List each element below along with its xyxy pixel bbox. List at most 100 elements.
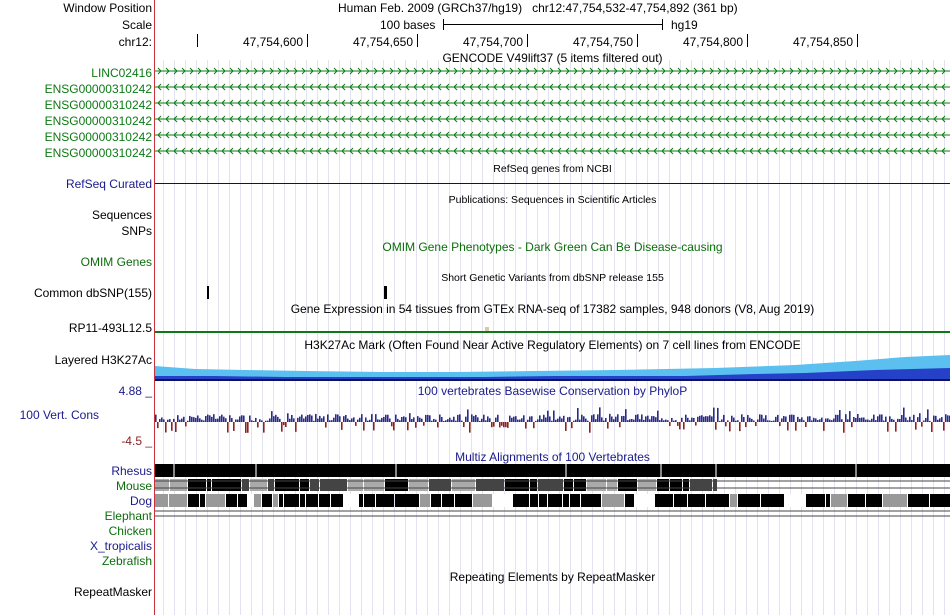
species-label-chicken[interactable]: Chicken	[109, 524, 152, 538]
alignment-block	[848, 494, 865, 507]
genome-browser-image[interactable]: Human Feb. 2009 (GRCh37/hg19) chr12:47,7…	[155, 0, 950, 615]
conservation-bar	[455, 420, 457, 422]
conservation-bar	[275, 414, 277, 422]
conservation-bar	[305, 416, 307, 422]
conservation-bar	[223, 416, 225, 422]
sequences-track-label[interactable]: Sequences	[92, 208, 152, 222]
conservation-bar	[727, 420, 729, 422]
alignment-block	[300, 494, 305, 507]
conservation-bar	[823, 422, 825, 431]
conservation-bar	[751, 418, 753, 422]
gencode-gene-models[interactable]	[155, 62, 950, 162]
multiz-alignment-rows[interactable]	[155, 462, 950, 518]
conservation-bar	[797, 416, 799, 422]
conservation-bar	[251, 420, 253, 422]
conservation-bar	[785, 416, 787, 422]
species-label-x-tropicalis[interactable]: X_tropicalis	[90, 539, 152, 553]
conservation-bar	[185, 422, 187, 427]
conservation-bar	[553, 410, 555, 422]
conservation-bar	[943, 422, 945, 431]
conservation-bar	[653, 416, 655, 422]
conservation-bar	[547, 410, 549, 422]
conservation-bar	[845, 414, 847, 422]
species-label-zebrafish[interactable]: Zebrafish	[102, 554, 152, 568]
conservation-bar	[847, 419, 849, 422]
alignment-block	[581, 494, 601, 507]
conservation-bar	[379, 419, 381, 422]
conservation-bar	[161, 417, 163, 422]
alignment-block	[855, 464, 857, 477]
conservation-bar	[237, 419, 239, 422]
conservation-bar	[603, 420, 605, 422]
conservation-bar	[247, 422, 249, 433]
alignment-block	[273, 494, 278, 507]
conservation-bar	[527, 419, 529, 422]
conservation-bar	[595, 419, 597, 422]
conservation-bar	[671, 417, 673, 422]
conservation-bar	[575, 419, 577, 422]
gene-label-ensg-2[interactable]: ENSG00000310242	[45, 98, 152, 112]
conservation-bar	[557, 418, 559, 422]
conservation-bar	[167, 419, 169, 422]
gene-label-linc02416[interactable]: LINC02416	[91, 66, 152, 80]
ruler-tick	[527, 34, 528, 47]
conservation-bar	[865, 419, 867, 422]
gtex-gene-line[interactable]	[155, 331, 950, 333]
conservation-bar	[699, 415, 701, 422]
conservation-bar	[859, 417, 861, 422]
conservation-bar	[459, 414, 461, 422]
conservation-histogram[interactable]	[155, 400, 950, 440]
conservation-bar	[647, 415, 649, 422]
gene-label-ensg-5[interactable]: ENSG00000310242	[45, 146, 152, 160]
species-label-dog[interactable]: Dog	[130, 494, 152, 508]
conservation-bar	[273, 416, 275, 422]
repeatmasker-track-label[interactable]: RepeatMasker	[74, 585, 152, 599]
h3k27ac-track-label[interactable]: Layered H3K27Ac	[55, 353, 152, 367]
conservation-bar	[695, 422, 697, 426]
omim-track-label[interactable]: OMIM Genes	[81, 255, 152, 269]
conservation-bar	[637, 414, 639, 422]
species-label-elephant[interactable]: Elephant	[105, 509, 152, 523]
species-label-rhesus[interactable]: Rhesus	[111, 464, 152, 478]
refseq-track-label[interactable]: RefSeq Curated	[66, 177, 152, 191]
conservation-bar	[469, 422, 471, 433]
alignment-block	[738, 494, 760, 507]
conservation-bar	[465, 416, 467, 422]
snps-track-label[interactable]: SNPs	[121, 224, 152, 238]
conservation-bar	[627, 420, 629, 422]
conservation-bar	[435, 419, 437, 422]
conservation-bar	[205, 415, 207, 422]
conservation-bar	[729, 422, 731, 432]
h3k27ac-signal-overlay[interactable]	[155, 353, 950, 381]
h3k27ac-track-title: H3K27Ac Mark (Often Found Near Active Re…	[304, 338, 801, 352]
conservation-bar	[779, 422, 781, 427]
refseq-gene-line[interactable]	[155, 183, 950, 184]
dbsnp-track-label[interactable]: Common dbSNP(155)	[34, 286, 152, 300]
species-label-mouse[interactable]: Mouse	[116, 479, 152, 493]
conservation-bar	[879, 414, 881, 422]
conservation-bar	[295, 422, 297, 432]
conservation-bar	[813, 417, 815, 422]
snp-variant-marker[interactable]	[207, 286, 209, 299]
conservation-bar	[657, 410, 659, 422]
assembly-title: Human Feb. 2009 (GRCh37/hg19) chr12:47,7…	[338, 1, 738, 15]
alignment-block	[866, 494, 882, 507]
gene-label-ensg-3[interactable]: ENSG00000310242	[45, 114, 152, 128]
conservation-bar	[261, 420, 263, 422]
conservation-bar	[383, 416, 385, 422]
conservation-bar	[427, 414, 429, 422]
conservation-bar	[675, 420, 677, 422]
conservation-bar	[831, 420, 833, 422]
conservation-bar	[353, 417, 355, 422]
conservation-bar	[663, 420, 665, 422]
conservation-bar	[737, 420, 739, 422]
conservation-bar	[169, 419, 171, 422]
alignment-block	[395, 494, 419, 507]
cons-track-label[interactable]: 100 Vert. Cons	[20, 408, 99, 422]
gene-label-ensg-1[interactable]: ENSG00000310242	[45, 82, 152, 96]
gtex-item-label[interactable]: RP11-493L12.5	[69, 321, 152, 335]
conservation-bar	[393, 422, 395, 431]
snp-variant-marker[interactable]	[384, 286, 387, 299]
alignment-block	[785, 494, 805, 507]
gene-label-ensg-4[interactable]: ENSG00000310242	[45, 130, 152, 144]
